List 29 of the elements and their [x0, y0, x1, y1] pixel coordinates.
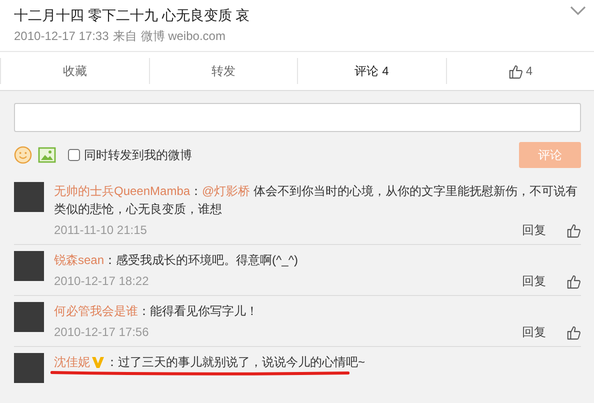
tab[interactable]: 4 [446, 58, 594, 84]
post-title: 十二月十四 零下二十九 心无良变质 哀 [14, 6, 251, 24]
chevron-down-icon[interactable] [570, 6, 586, 16]
comment-time: 2010-12-17 17:56 [54, 324, 150, 340]
image-icon[interactable] [38, 147, 56, 163]
tab[interactable]: 转发 [148, 58, 297, 84]
source-label: 来自 [112, 28, 137, 44]
thumbs-up-icon[interactable] [508, 64, 523, 78]
comment-text: 锐森sean：感受我成长的环境吧。得意啊(^_^) [54, 252, 299, 269]
comment-text: 何必管我会是谁：能得看见你写字儿！ [54, 303, 259, 320]
smiley-icon[interactable] [14, 146, 32, 164]
reply-link[interactable]: 回复 [522, 324, 546, 340]
thumbs-up-icon[interactable] [566, 222, 581, 238]
comment-input-field[interactable] [14, 103, 581, 132]
reply-link[interactable]: 回复 [522, 273, 546, 289]
thumbs-up-icon[interactable] [566, 274, 581, 288]
comment-text: 无帅的士兵QueenMamba：@灯影桥 体会不到你当时的心境，从你的文字里能抚慰新伤，不可说有类似的悲怆，心无良变质，谁想 [54, 183, 579, 218]
repost-label: 同时转发到我的微博 [84, 146, 192, 164]
verified-v-icon [92, 357, 104, 368]
source-link[interactable]: 微博 weibo.com [140, 28, 226, 44]
thumbs-up-icon[interactable] [566, 324, 581, 340]
tab[interactable]: 评论 4 [297, 58, 446, 84]
reply-link[interactable]: 回复 [522, 222, 546, 238]
comment-time: 2010-12-17 18:22 [54, 273, 150, 289]
comment-text: 沈佳妮 ：过了三天的事儿就别说了，说说今儿的心情吧~ [54, 353, 581, 371]
comment-time: 2011-11-10 21:15 [54, 222, 148, 238]
post-time: 2010-12-17 17:33 [14, 28, 109, 44]
tab[interactable]: 收藏 [0, 58, 148, 84]
repost-checkbox[interactable] [68, 149, 80, 161]
